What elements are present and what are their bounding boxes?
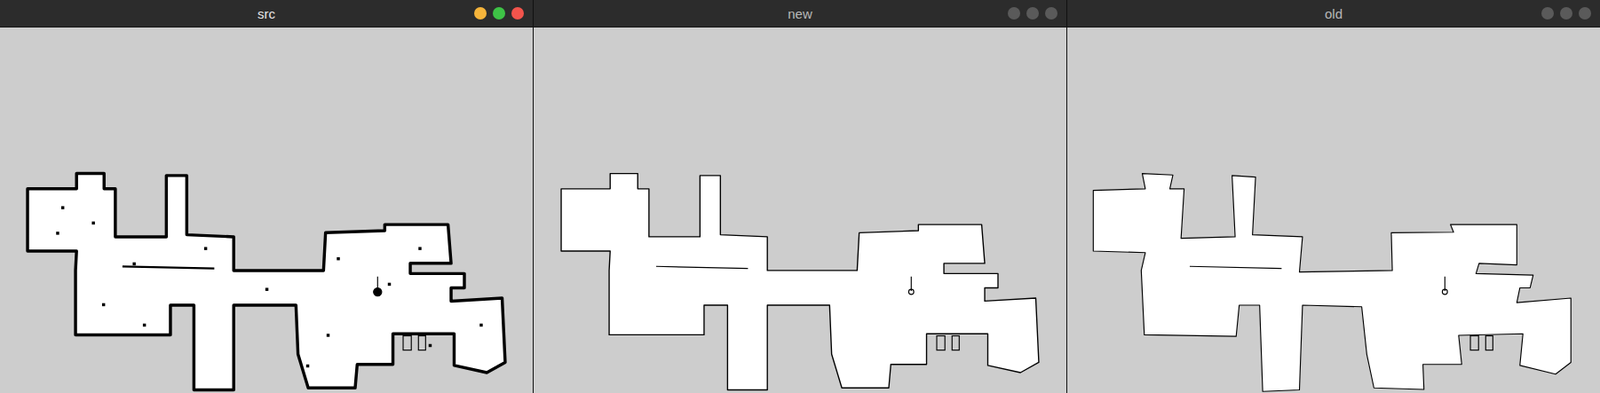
image-window[interactable]: src — [0, 0, 533, 393]
window-controls — [275, 7, 524, 20]
window-button-icon[interactable] — [474, 7, 487, 20]
window-controls — [812, 7, 1058, 20]
image-canvas — [0, 27, 533, 393]
occupancy-map — [1067, 27, 1600, 393]
image-canvas — [533, 27, 1067, 393]
window-title: old — [1324, 6, 1343, 22]
window-title: src — [257, 6, 276, 22]
occupancy-map — [533, 27, 1067, 393]
window-button-icon[interactable] — [1045, 7, 1058, 20]
title-bar[interactable]: src — [0, 0, 533, 28]
window-button-icon[interactable] — [492, 7, 506, 20]
desktop: src new old — [0, 0, 1600, 393]
window-button-icon[interactable] — [1541, 7, 1554, 20]
occupancy-map — [0, 27, 533, 393]
window-button-icon[interactable] — [511, 7, 524, 20]
title-bar[interactable]: old — [1067, 0, 1600, 28]
image-window[interactable]: new — [532, 0, 1067, 393]
window-button-icon[interactable] — [1007, 7, 1021, 20]
window-button-icon[interactable] — [1026, 7, 1039, 20]
image-window[interactable]: old — [1066, 0, 1600, 393]
window-button-icon[interactable] — [1578, 7, 1592, 20]
window-controls — [1342, 7, 1592, 20]
window-button-icon[interactable] — [1560, 7, 1573, 20]
window-title: new — [787, 6, 813, 22]
title-bar[interactable]: new — [533, 0, 1067, 28]
image-canvas — [1067, 27, 1600, 393]
